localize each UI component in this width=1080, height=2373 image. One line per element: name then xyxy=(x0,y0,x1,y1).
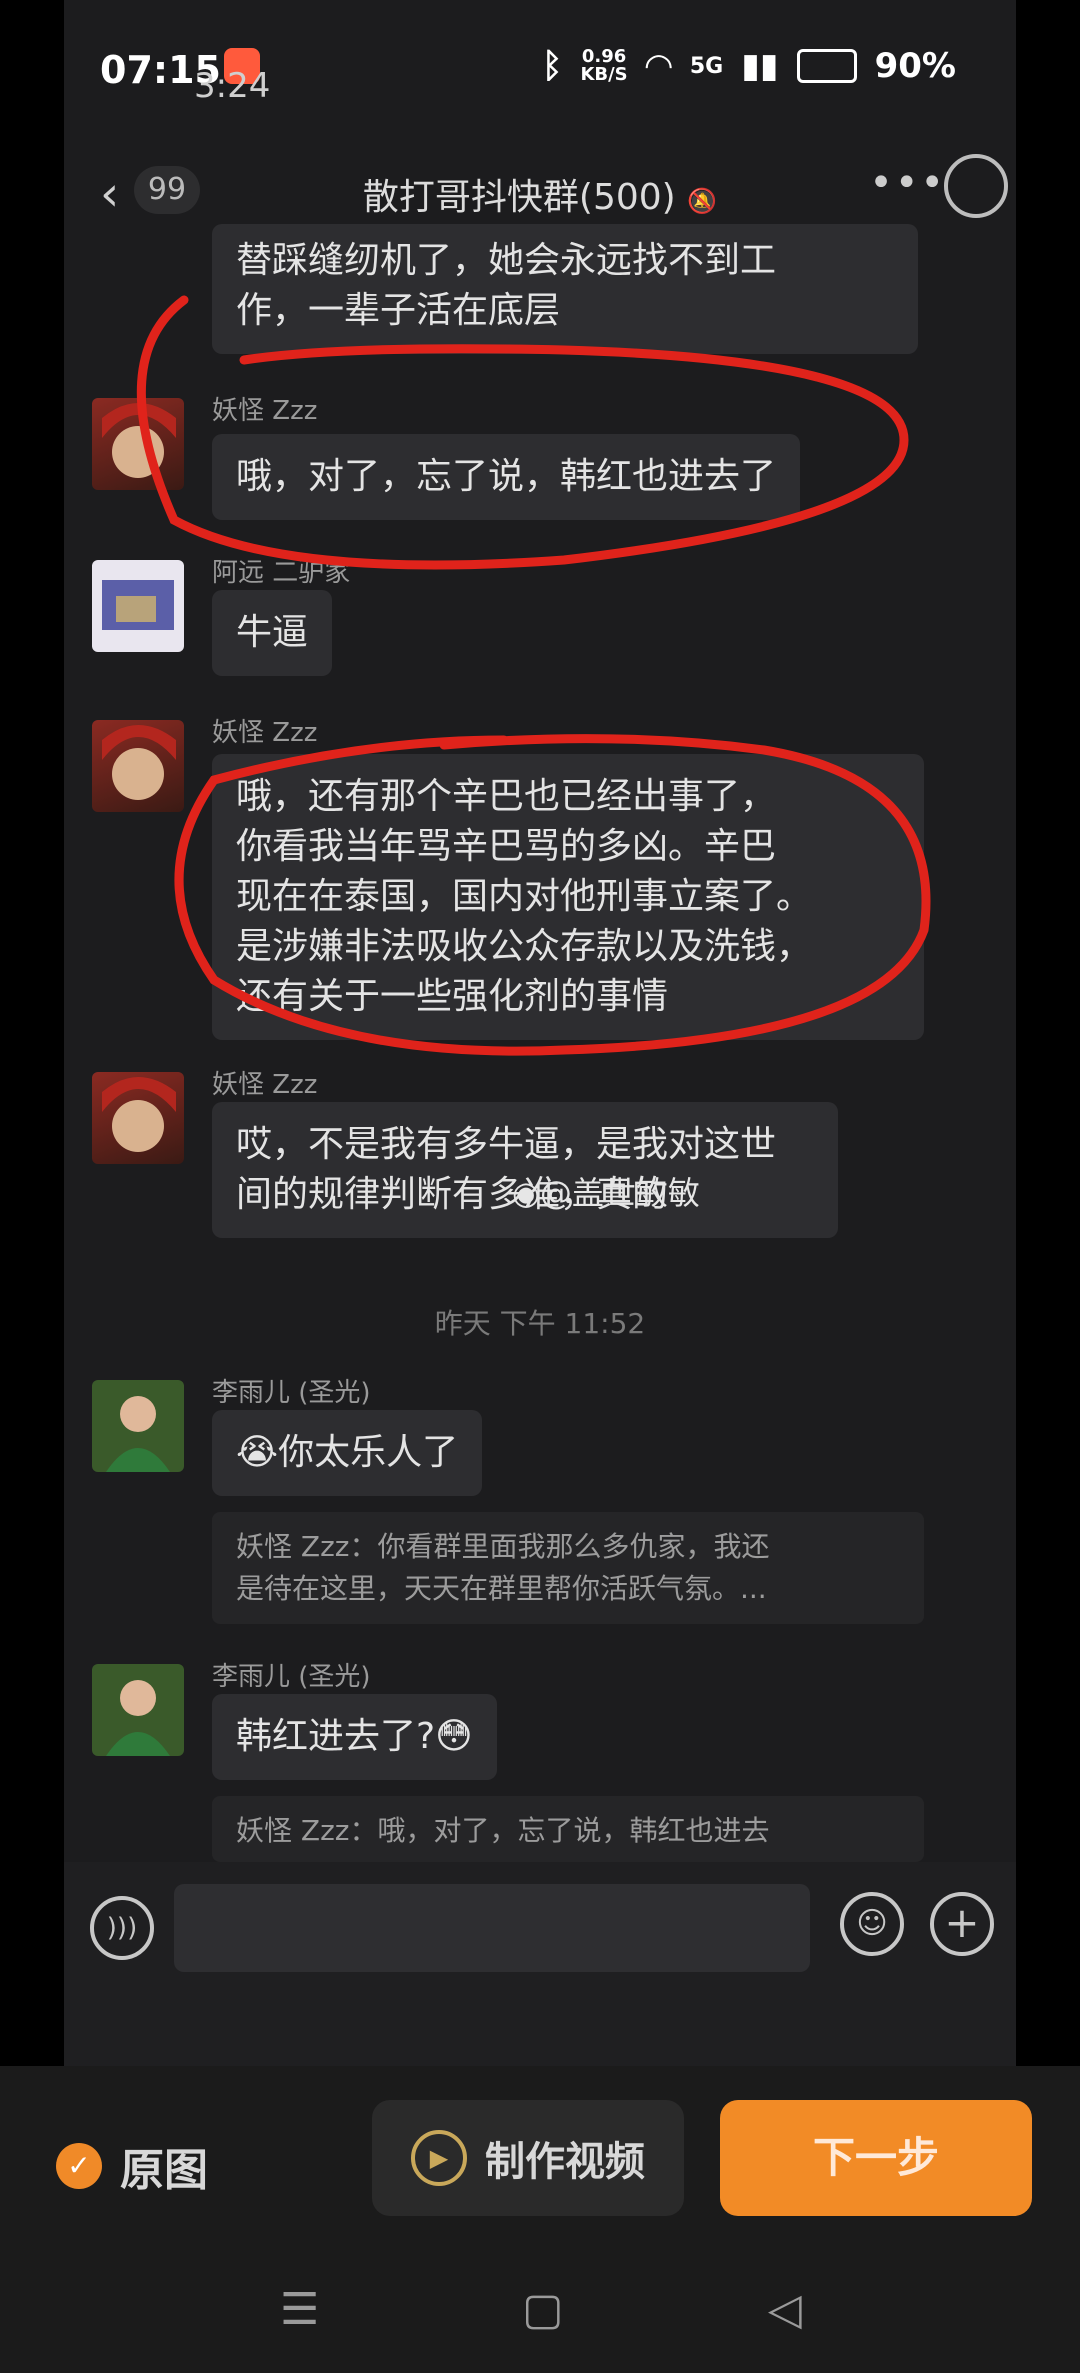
record-circle-icon[interactable] xyxy=(944,154,1008,218)
wifi-icon: ◠ xyxy=(645,46,672,86)
sender-name: 李雨儿 (圣光) xyxy=(212,1662,371,1692)
quoted-reply[interactable]: 妖怪 Zzz：你看群里面我那么多仇家，我还 是待在这里，天天在群里帮你活跃气氛。… xyxy=(212,1512,924,1624)
network-speed-unit: KB/S xyxy=(580,64,628,85)
status-right: ᛒ 0.96 KB/S ◠ 5G ▮▮ 90% xyxy=(542,46,956,86)
avatar-red-hair-icon xyxy=(102,403,176,478)
message-bubble[interactable]: 牛逼 xyxy=(212,590,333,676)
watermark: ◉@盖世敏敏 xyxy=(512,1168,700,1214)
emoji-icon[interactable]: ☺ xyxy=(840,1892,904,1956)
status-time-overlay: 3:24 xyxy=(194,66,271,106)
avatar-woman-icon xyxy=(106,1680,170,1756)
message-bubble[interactable]: 😭你太乐人了 xyxy=(212,1410,483,1496)
status-bar: 07:15 3:24 ᛒ 0.96 KB/S ◠ 5G ▮▮ 90% xyxy=(64,0,1016,150)
menu-icon[interactable]: ☰ xyxy=(280,2284,319,2335)
sender-name: 妖怪 Zzz xyxy=(212,396,318,426)
chat-screen: 07:15 3:24 ᛒ 0.96KB/S ◠ 5G ▮▮ 90% ‹ ‹ 99… xyxy=(64,0,1016,2066)
avatar[interactable] xyxy=(92,560,184,652)
message-line: 还有关于一些强化剂的事情 xyxy=(236,976,669,1017)
make-video-button[interactable]: ▶ 制作视频 xyxy=(372,2100,684,2216)
avatar-woman-icon xyxy=(106,1396,170,1472)
sender-name: 李雨儿 (圣光) xyxy=(212,1378,371,1408)
back-triangle-icon[interactable]: ◁ xyxy=(768,2284,802,2335)
home-square-icon[interactable]: ▢ xyxy=(522,2284,564,2335)
sender-name: 阿远 二驴家 xyxy=(212,558,351,588)
message-timestamp: 昨天 下午 11:52 xyxy=(434,1307,646,1340)
message-line: 是涉嫌非法吸收公众存款以及洗钱， xyxy=(236,926,813,967)
message-line: 你看我当年骂辛巴骂的多凶。辛巴 xyxy=(236,826,777,867)
sender-name: 妖怪 Zzz xyxy=(212,1070,318,1100)
editor-bottom-bar: ✓ 原图 ▶ 制作视频 下一步 ☰ ▢ ◁ xyxy=(0,2066,1080,2373)
more-options-icon[interactable]: ••• xyxy=(869,160,946,206)
original-toggle[interactable]: ✓ 原图 xyxy=(56,2134,208,2198)
next-button[interactable]: 下一步 xyxy=(720,2100,1032,2216)
avatar-red-hair-icon xyxy=(102,1077,176,1152)
bluetooth-icon: ᛒ xyxy=(542,46,563,86)
quoted-reply[interactable]: 妖怪 Zzz：哦，对了，忘了说，韩红也进去 xyxy=(212,1796,924,1862)
weibo-icon: ◉ xyxy=(512,1174,540,1212)
message-bubble[interactable]: 韩红进去了?😳 xyxy=(212,1694,497,1780)
quoted-line: 是待在这里，天天在群里帮你活跃气氛。... xyxy=(236,1572,767,1605)
voice-input-icon[interactable]: ))) xyxy=(90,1896,154,1960)
message-bubble[interactable]: 哦，对了，忘了说，韩红也进去了 xyxy=(212,434,801,520)
system-nav-bar: ☰ ▢ ◁ xyxy=(0,2284,1080,2354)
network-label: 5G xyxy=(689,53,724,79)
avatar[interactable] xyxy=(92,1072,184,1164)
message-line: 现在在泰国，国内对他刑事立案了。 xyxy=(236,876,813,917)
battery-level: 90% xyxy=(874,46,956,86)
checkmark-icon[interactable]: ✓ xyxy=(56,2143,102,2189)
avatar-red-hair-icon xyxy=(102,725,176,800)
sender-name: 妖怪 Zzz xyxy=(212,718,318,748)
plus-icon[interactable]: + xyxy=(930,1892,994,1956)
play-icon: ▶ xyxy=(411,2130,467,2186)
mute-bell-icon: 🔕 xyxy=(687,187,718,215)
make-video-label: 制作视频 xyxy=(485,2139,645,2185)
avatar[interactable] xyxy=(92,1664,184,1756)
message-bubble[interactable]: 替踩缝纫机了，她会永远找不到工 作，一辈子活在底层 xyxy=(212,224,918,354)
avatar[interactable] xyxy=(92,1380,184,1472)
quoted-line: 妖怪 Zzz：你看群里面我那么多仇家，我还 xyxy=(236,1530,770,1563)
message-input[interactable] xyxy=(174,1884,810,1972)
avatar[interactable] xyxy=(92,720,184,812)
message-bubble[interactable]: 哦，还有那个辛巴也已经出事了， 你看我当年骂辛巴骂的多凶。辛巴 现在在泰国，国内… xyxy=(212,754,924,1040)
original-label: 原图 xyxy=(120,2145,208,2196)
avatar[interactable] xyxy=(92,398,184,490)
battery-icon xyxy=(796,49,857,83)
network-speed: 0.96 KB/S xyxy=(580,48,627,84)
avatar-cartoon-icon xyxy=(102,580,174,630)
message-line: 作，一辈子活在底层 xyxy=(236,290,561,331)
signal-icon: ▮▮ xyxy=(741,46,779,86)
message-line: 哦，还有那个辛巴也已经出事了， xyxy=(236,776,777,817)
chat-title: 散打哥抖快群(500) xyxy=(362,177,676,218)
message-line: 哎，不是我有多牛逼，是我对这世 xyxy=(236,1124,777,1165)
watermark-text: @盖世敏敏 xyxy=(539,1174,700,1212)
message-line: 替踩缝纫机了，她会永远找不到工 xyxy=(236,240,777,281)
input-bar: ))) ☺ + xyxy=(64,1862,1016,2066)
